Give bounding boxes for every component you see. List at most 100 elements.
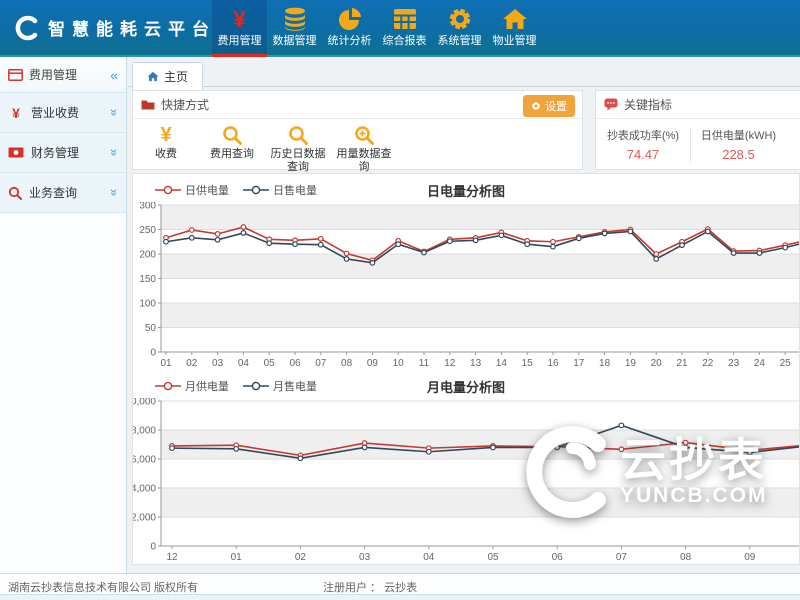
svg-text:03: 03 <box>212 358 224 369</box>
settings-button[interactable]: 设置 <box>523 95 575 117</box>
quick-access-panel: 快捷方式 设置 ¥ 收费 <box>132 90 583 170</box>
footer-strip <box>0 594 800 600</box>
sidebar-item-business-query[interactable]: 业务查询 » <box>0 173 126 213</box>
chevron-down-icon: » <box>107 149 122 156</box>
search-icon <box>199 124 265 146</box>
svg-text:23: 23 <box>728 358 740 369</box>
svg-text:08: 08 <box>680 552 692 563</box>
svg-text:17: 17 <box>573 358 585 369</box>
svg-text:12: 12 <box>166 552 178 563</box>
copyright-text: 湖南云抄表信息技术有限公司 版权所有 <box>8 579 198 595</box>
search-plus-icon <box>331 124 397 146</box>
daily-electricity-chart: 日供电量日售电量 日电量分析图 050100150200250300010203… <box>133 174 799 370</box>
kpi-panel-header: 关键指标 <box>596 91 800 119</box>
yen-icon: ¥ <box>133 124 199 146</box>
svg-text:15: 15 <box>522 358 534 369</box>
svg-text:02: 02 <box>295 552 307 563</box>
svg-text:25: 25 <box>780 358 792 369</box>
svg-text:18: 18 <box>599 358 611 369</box>
svg-text:07: 07 <box>315 358 327 369</box>
table-icon <box>377 0 432 34</box>
svg-text:10,000: 10,000 <box>133 398 156 408</box>
yen-icon: ¥ <box>212 0 267 34</box>
app-header: 智慧能耗云平台 ¥ 费用管理 数据管理 <box>0 0 800 57</box>
cloud-logo-icon <box>12 15 40 41</box>
svg-text:150: 150 <box>139 274 156 285</box>
quick-item-usage-data-query[interactable]: 用量数据查询 <box>331 124 397 174</box>
gear-icon <box>432 0 487 34</box>
svg-text:06: 06 <box>552 552 564 563</box>
app-title: 智慧能耗云平台 <box>48 15 216 40</box>
svg-text:01: 01 <box>231 552 243 563</box>
quick-panel-title: 快捷方式 <box>161 96 209 113</box>
yen-icon: ¥ <box>8 105 24 121</box>
svg-text:100: 100 <box>139 299 156 310</box>
sidebar-item-finance[interactable]: 财务管理 » <box>0 133 126 173</box>
database-icon <box>267 0 322 34</box>
svg-text:19: 19 <box>625 358 637 369</box>
sidebar-title: 费用管理 <box>29 66 110 83</box>
svg-text:22: 22 <box>702 358 714 369</box>
sidebar-item-business-charge[interactable]: ¥ 营业收费 » <box>0 93 126 133</box>
footer: 湖南云抄表信息技术有限公司 版权所有 注册用户 ： 云抄表 <box>0 573 800 600</box>
home-icon <box>487 0 542 34</box>
page-content: 快捷方式 设置 ¥ 收费 <box>132 90 800 573</box>
nav-item-reports[interactable]: 综合报表 <box>377 0 432 55</box>
svg-text:250: 250 <box>139 225 156 236</box>
folder-icon <box>141 99 155 111</box>
kpi-value: 228.5 <box>691 147 786 162</box>
svg-text:11: 11 <box>419 358 430 369</box>
monthly-electricity-chart: 月供电量月售电量 月电量分析图 02,0004,0006,0008,00010,… <box>133 370 799 564</box>
kpi-meter-read-success: 抄表成功率(%) 74.47 <box>596 127 691 162</box>
svg-text:20: 20 <box>651 358 663 369</box>
kpi-value: 74.47 <box>596 147 690 162</box>
svg-text:0: 0 <box>150 348 156 359</box>
chart-title: 月电量分析图 <box>133 377 799 396</box>
sidebar: 费用管理 « ¥ 营业收费 » 财务管理 » 业务查询 » <box>0 57 127 573</box>
nav-item-data-management[interactable]: 数据管理 <box>267 0 322 55</box>
speech-bubble-icon <box>604 98 618 111</box>
svg-text:200: 200 <box>139 250 156 261</box>
search-icon <box>8 186 22 200</box>
svg-text:6,000: 6,000 <box>133 455 156 466</box>
nav-item-system[interactable]: 系统管理 <box>432 0 487 55</box>
collapse-sidebar-icon[interactable]: « <box>110 67 118 83</box>
svg-text:50: 50 <box>145 323 157 334</box>
tab-home[interactable]: 主页 <box>132 62 203 91</box>
key-indicators-panel: 关键指标 抄表成功率(%) 74.47 日供电量(kWH) 228.5 <box>595 90 800 170</box>
svg-text:09: 09 <box>744 552 756 563</box>
svg-text:21: 21 <box>676 358 688 369</box>
svg-text:13: 13 <box>470 358 482 369</box>
registered-user-text: 注册用户 ： 云抄表 <box>323 579 417 595</box>
svg-text:2,000: 2,000 <box>133 513 156 524</box>
quick-panel-header: 快捷方式 设置 <box>133 91 582 119</box>
chevron-down-icon: » <box>107 109 122 116</box>
quick-items: ¥ 收费 费用查询 <box>133 119 582 174</box>
money-icon <box>8 147 24 158</box>
pie-chart-icon <box>322 0 377 34</box>
nav-item-fee-management[interactable]: ¥ 费用管理 <box>212 0 267 55</box>
app-logo: 智慧能耗云平台 <box>12 0 216 55</box>
svg-text:04: 04 <box>238 358 250 369</box>
quick-item-history-daily-query[interactable]: 历史日数据查询 <box>265 124 331 174</box>
svg-text:10: 10 <box>393 358 405 369</box>
svg-text:14: 14 <box>496 358 508 369</box>
kpi-metrics: 抄表成功率(%) 74.47 日供电量(kWH) 228.5 <box>596 119 800 162</box>
quick-item-charge[interactable]: ¥ 收费 <box>133 124 199 174</box>
svg-text:05: 05 <box>487 552 499 563</box>
svg-text:03: 03 <box>359 552 371 563</box>
svg-text:04: 04 <box>423 552 435 563</box>
chart-title: 日电量分析图 <box>133 181 799 200</box>
kpi-daily-supply: 日供电量(kWH) 228.5 <box>691 127 786 162</box>
svg-text:300: 300 <box>139 202 156 212</box>
svg-text:0: 0 <box>150 542 156 553</box>
quick-item-fee-query[interactable]: 费用查询 <box>199 124 265 174</box>
svg-text:8,000: 8,000 <box>133 426 156 437</box>
daily-chart-plot: 0501001502002503000102030405060708091011… <box>133 202 799 370</box>
svg-text:01: 01 <box>160 358 172 369</box>
card-icon <box>8 69 23 81</box>
nav-item-statistics[interactable]: 统计分析 <box>322 0 377 55</box>
main-area: 主页 快捷方式 设置 <box>128 57 800 573</box>
nav-item-property[interactable]: 物业管理 <box>487 0 542 55</box>
chevron-down-icon: » <box>107 189 122 196</box>
